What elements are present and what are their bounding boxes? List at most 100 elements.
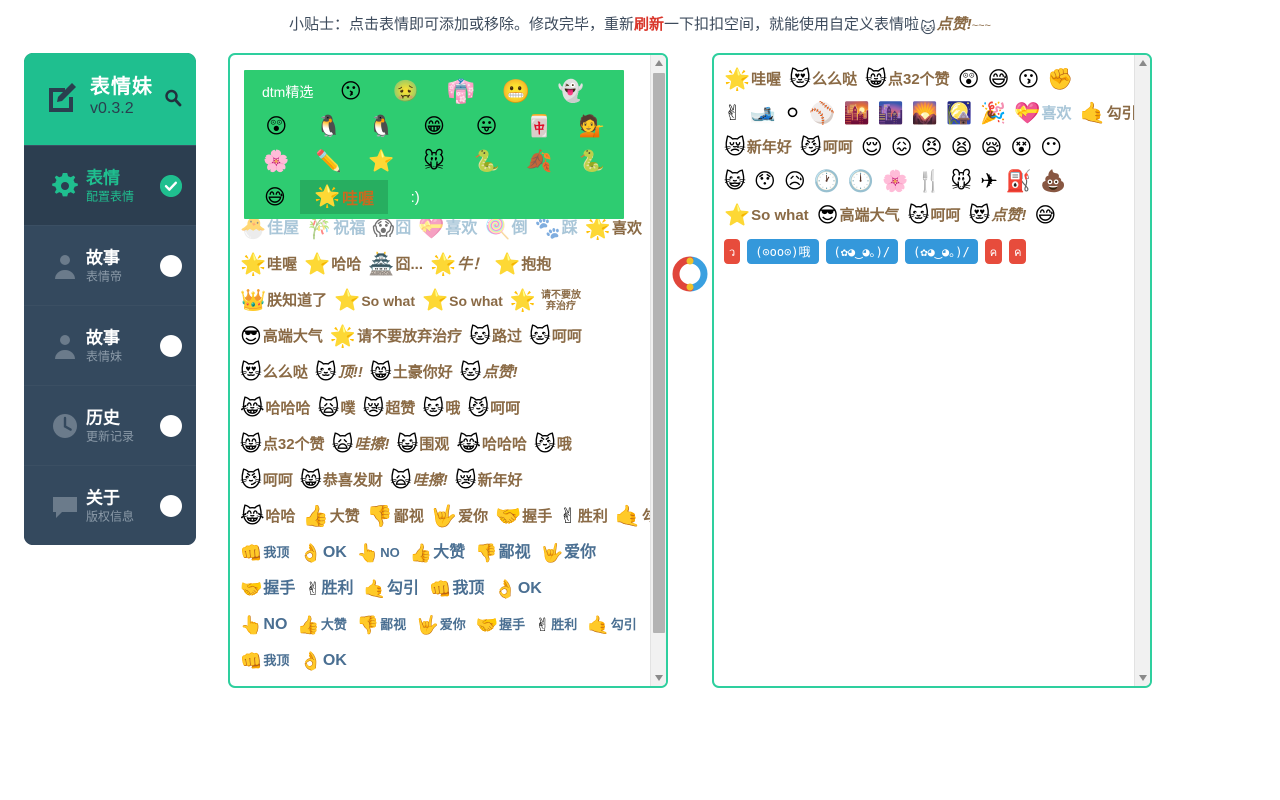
emoji-item[interactable]: 😸 恭喜发财 <box>298 467 385 495</box>
emoji-glyph[interactable]: 🌆 <box>876 101 906 127</box>
emoji-item[interactable]: 👍 大赞 <box>295 611 348 639</box>
emoji-item[interactable]: 😸 点32个赞 <box>238 431 327 459</box>
featured-emoji[interactable]: 🐧 <box>355 110 408 143</box>
emoji-glyph[interactable]: 🎉 <box>978 101 1008 127</box>
emoji-glyph[interactable]: 😅 <box>986 67 1012 93</box>
emoji-item[interactable]: 🤟 爱你 <box>429 503 490 531</box>
emoji-item[interactable]: 👊 我顶 <box>427 575 486 603</box>
featured-emoji[interactable]: 🀄 <box>513 110 566 143</box>
featured-emoji[interactable]: 😗 <box>323 75 378 108</box>
emoji-item[interactable]: 🍭 倒 <box>482 215 529 243</box>
emoji-item[interactable]: 😱 囧 <box>370 215 413 243</box>
emoji-item[interactable]: 🐱 顶!! <box>313 359 365 387</box>
featured-emoji[interactable]: 🐍 <box>565 145 618 178</box>
emoji-glyph[interactable]: 😅 <box>1032 203 1058 229</box>
emoji-item[interactable]: 😎 高端大气 <box>815 202 902 230</box>
search-icon[interactable] <box>164 89 182 107</box>
featured-semicolon-emoticon[interactable]: :) <box>388 189 442 206</box>
emoji-item[interactable]: 🌟 哇喔 <box>722 66 783 94</box>
emoji-item[interactable]: 😸 点32个赞 <box>863 66 952 94</box>
emoji-glyph[interactable]: 😠 <box>919 135 945 161</box>
featured-emoji[interactable]: ⭐ <box>355 145 408 178</box>
featured-emoji[interactable]: 🐭 <box>408 145 461 178</box>
emoji-item[interactable]: 🌟 请不要放弃治疗 <box>328 323 464 351</box>
emoji-item[interactable]: 🤟 爱你 <box>414 611 467 639</box>
emoji-item[interactable]: 😼 呵呵 <box>465 395 522 423</box>
emoji-item[interactable]: 👍 大赞 <box>408 539 467 567</box>
featured-emoji[interactable]: 🌸 <box>250 145 303 178</box>
emoji-item[interactable]: 🤙勾引 <box>585 611 638 639</box>
emoji-item[interactable]: 😻 点赞! <box>967 202 1029 230</box>
emoji-item[interactable]: 🎋 祝福 <box>304 215 367 243</box>
emoji-item[interactable]: 😹 哈哈 <box>238 503 298 531</box>
emoji-item[interactable]: 💝 喜欢 <box>1012 100 1073 128</box>
sidebar-item-story-sister[interactable]: 故事 表情妹 <box>24 305 196 385</box>
sync-refresh-icon[interactable] <box>672 256 708 292</box>
emoji-item[interactable]: 😿 超赞 <box>360 395 417 423</box>
emoji-item[interactable]: 🤝 握手 <box>238 575 297 603</box>
emoji-item[interactable]: 👍 大赞 <box>301 503 362 531</box>
kaomoji-badge[interactable]: (⊙oo⊙)哦 <box>747 239 819 264</box>
emoji-item[interactable]: 🐱 点赞! <box>458 359 520 387</box>
emoji-item[interactable]: 🤝 握手 <box>493 503 554 531</box>
emoji-glyph[interactable]: ✌ <box>722 101 744 127</box>
scroll-down-arrow[interactable] <box>1135 670 1150 686</box>
emoji-glyph[interactable]: 😯 <box>752 169 778 195</box>
emoji-item[interactable]: 😹 哈哈哈 <box>454 431 529 459</box>
emoji-item[interactable]: 😎 高端大气 <box>238 323 325 351</box>
emoji-glyph[interactable]: 🕛 <box>846 169 876 195</box>
emoji-glyph[interactable]: ✈ <box>978 169 1000 195</box>
emoji-item[interactable]: 🐾 踩 <box>533 215 580 243</box>
emoji-item[interactable]: 🐱 呵呵 <box>906 202 963 230</box>
scroll-up-arrow[interactable] <box>651 55 666 71</box>
emoji-item[interactable]: 🌟 喜欢 <box>583 215 644 243</box>
emoji-glyph[interactable]: ✊ <box>1045 67 1075 93</box>
emoji-item[interactable]: 🌟 请不要放弃治疗 <box>508 287 587 315</box>
emoji-item[interactable]: 🤙勾引 <box>613 503 650 531</box>
featured-emoji[interactable]: 🤢 <box>378 75 433 108</box>
sidebar-item-story-emperor[interactable]: 故事 表情帝 <box>24 225 196 305</box>
emoji-glyph[interactable]: 😪 <box>978 135 1004 161</box>
emoji-item[interactable]: 🤝 握手 <box>474 611 527 639</box>
emoji-item[interactable]: 🤟 爱你 <box>539 539 598 567</box>
emoji-glyph[interactable]: 😶 <box>1038 135 1064 161</box>
sidebar-item-history[interactable]: 历史 更新记录 <box>24 385 196 465</box>
emoji-item[interactable]: 🌟 哇喔 <box>238 251 299 279</box>
scroll-up-arrow[interactable] <box>1135 55 1150 71</box>
emoji-item[interactable]: ✌ 胜利 <box>303 575 355 603</box>
emoji-item[interactable]: 👆 NO <box>238 611 289 639</box>
emoji-item[interactable]: 🤙勾引 <box>362 575 421 603</box>
featured-emoji[interactable]: 😅 <box>250 185 300 210</box>
emoji-item[interactable]: 👌 OK <box>297 539 348 567</box>
emoji-item[interactable]: 😿 新年好 <box>453 467 525 495</box>
emoji-item[interactable]: ⭐ 抱抱 <box>492 251 553 279</box>
emoji-glyph[interactable]: 🕐 <box>812 169 842 195</box>
emoji-glyph[interactable]: 🎿 <box>748 101 778 127</box>
emoji-item[interactable]: 😼 呵呵 <box>798 134 855 162</box>
emoji-item[interactable]: 👊 我顶 <box>238 539 291 567</box>
sidebar-item-expressions[interactable]: 表情 配置表情 <box>24 145 196 225</box>
emoji-item[interactable]: ⭐ So what <box>332 287 417 315</box>
emoji-glyph[interactable]: 💩 <box>1038 169 1068 195</box>
emoji-item[interactable]: 💝 喜欢 <box>416 215 479 243</box>
emoji-item[interactable]: 😸 土豪你好 <box>368 359 455 387</box>
toggle-dot[interactable] <box>160 254 182 277</box>
emoji-item[interactable]: ✌ 胜利 <box>533 611 579 639</box>
emoji-item[interactable]: ⭐ So what <box>722 202 811 230</box>
kaomoji-badge[interactable]: ว <box>724 239 741 264</box>
emoji-glyph[interactable]: 😌 <box>859 135 885 161</box>
emoji-glyph[interactable]: 😖 <box>889 135 915 161</box>
emoji-item[interactable]: 👎 鄙视 <box>355 611 408 639</box>
emoji-item[interactable]: 😻 么么哒 <box>787 66 859 94</box>
sidebar-item-about[interactable]: 关于 版权信息 <box>24 465 196 545</box>
emoji-glyph[interactable]: 😵 <box>1008 135 1034 161</box>
emoji-glyph[interactable]: 😫 <box>949 135 975 161</box>
emoji-glyph[interactable]: 😥 <box>782 169 808 195</box>
featured-emoji[interactable]: 👻 <box>543 75 598 108</box>
kaomoji-badge[interactable]: ค <box>984 239 1003 264</box>
toggle-dot[interactable] <box>160 414 182 437</box>
emoji-item[interactable]: 👌 OK <box>492 575 543 603</box>
emoji-glyph[interactable]: 🌸 <box>880 169 910 195</box>
emoji-item[interactable]: ⭐ 哈哈 <box>302 251 363 279</box>
emoji-item[interactable]: 😻 么么哒 <box>238 359 310 387</box>
